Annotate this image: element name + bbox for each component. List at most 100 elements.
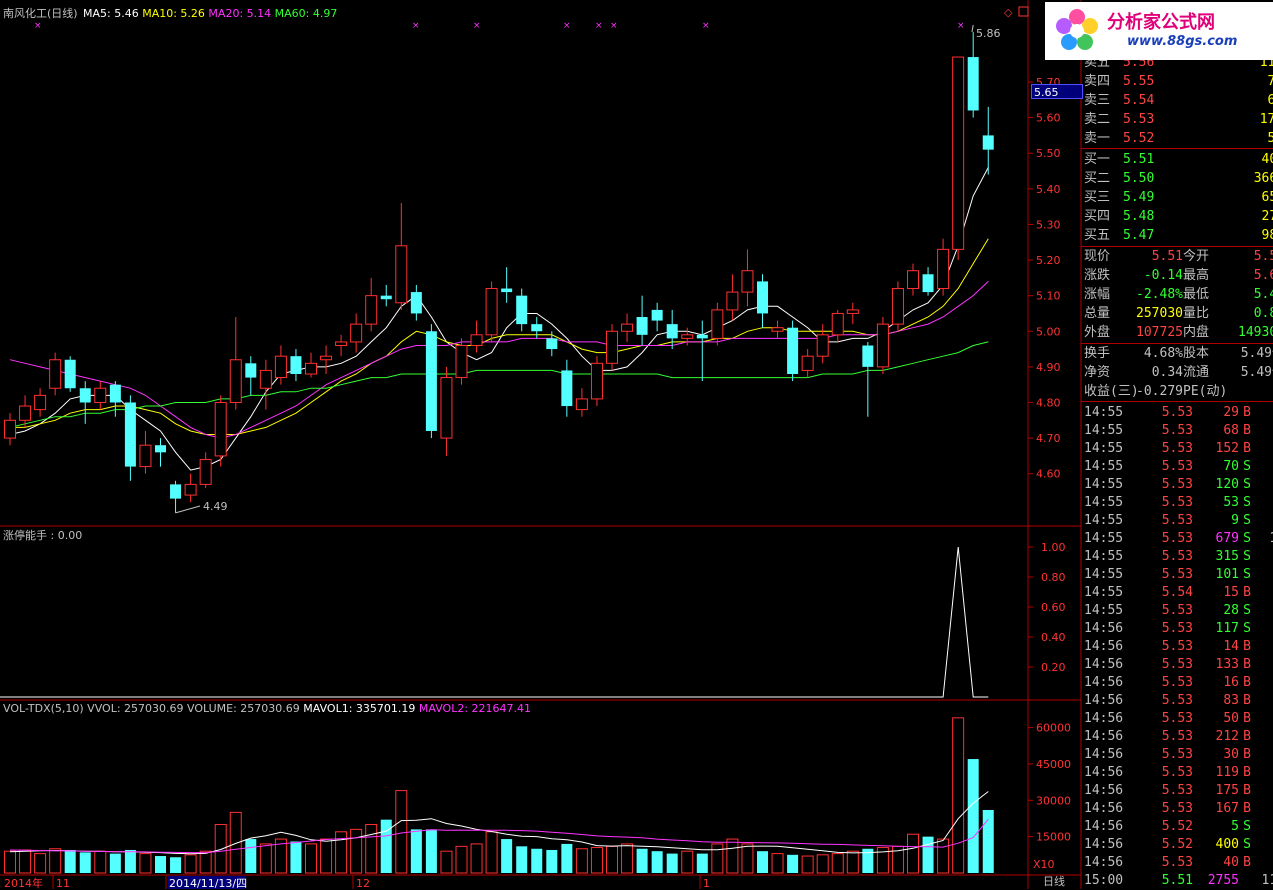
sell-quote-row[interactable]: 卖一 5.52 552 [1081, 130, 1273, 148]
quote-label: 买四 [1084, 209, 1111, 224]
buy-quote-row[interactable]: 买四 5.48 275 [1081, 208, 1273, 226]
volume-bar-up [199, 850, 212, 874]
high-annotation: 5.86 [976, 27, 1001, 40]
tick-time: 14:56 [1084, 837, 1124, 852]
candle-body-up [440, 377, 453, 439]
volume-bar-down [666, 853, 678, 873]
tick-side: S [1243, 459, 1251, 474]
candle-body-down [757, 281, 768, 314]
period-label[interactable]: 日线 [1043, 874, 1065, 888]
volume-bar-down [967, 759, 979, 873]
trade-tick-row[interactable]: 14:55 5.53 29 B [1081, 404, 1273, 422]
trade-tick-row[interactable]: 14:55 5.53 28 S [1081, 602, 1273, 620]
volume-bar-down [380, 819, 392, 873]
trade-tick-row[interactable]: 14:55 5.53 70 S [1081, 458, 1273, 476]
tick-side: B [1243, 693, 1251, 708]
buy-quote-row[interactable]: 买三 5.49 657 [1081, 189, 1273, 207]
trade-tick-row[interactable]: 14:56 5.53 117 S [1081, 620, 1273, 638]
quote-volume: 711 [1267, 74, 1273, 89]
trade-tick-row[interactable]: 14:56 5.53 83 B [1081, 692, 1273, 710]
sell-quote-row[interactable]: 卖四 5.55 711 [1081, 73, 1273, 91]
volume-bar-down [245, 839, 257, 873]
trade-tick-row[interactable]: 14:55 5.53 101 S [1081, 566, 1273, 584]
tick-time: 14:55 [1084, 549, 1124, 564]
stat-value: 5.43 [1253, 287, 1273, 302]
chart-frame [0, 0, 1082, 889]
volume-bar-up [365, 824, 378, 874]
buy-quote-row[interactable]: 买一 5.51 400 [1081, 151, 1273, 169]
candle-body-down [155, 445, 166, 453]
tick-time: 14:56 [1084, 675, 1124, 690]
candle-body-up [229, 359, 242, 403]
tick-time: 14:55 [1084, 441, 1124, 456]
site-banner[interactable]: 分析家公式网 www.88gs.com [1045, 2, 1273, 60]
candle-body-up [831, 312, 844, 336]
trade-tick-row[interactable]: 14:56 5.53 16 B [1081, 674, 1273, 692]
stat-row[interactable]: 总量 257030量比 0.82 [1081, 305, 1273, 323]
trade-tick-row[interactable]: 14:56 5.53 175 B [1081, 782, 1273, 800]
trade-tick-row[interactable]: 15:00 5.51 2755 114 [1081, 872, 1273, 890]
candle-body-up [485, 288, 498, 336]
stat-label: 现价 [1084, 249, 1111, 264]
tick-time: 14:56 [1084, 693, 1124, 708]
trade-tick-row[interactable]: 14:56 5.53 50 B [1081, 710, 1273, 728]
volume-bar-up [907, 833, 919, 874]
stat-row[interactable]: 外盘 107725内盘 149305 [1081, 324, 1273, 342]
square-icon[interactable] [1018, 6, 1029, 17]
volume-bar-down [757, 851, 768, 873]
candle-body-down [862, 345, 874, 367]
tick-volume: 117 [1215, 621, 1239, 636]
trade-tick-row[interactable]: 14:55 5.53 679 S 11 [1081, 530, 1273, 548]
buy-quote-row[interactable]: 买五 5.47 980 [1081, 227, 1273, 245]
trade-tick-row[interactable]: 14:55 5.53 9 S [1081, 512, 1273, 530]
trade-tick-row[interactable]: 14:56 5.53 119 B [1081, 764, 1273, 782]
tick-time: 14:55 [1084, 603, 1124, 618]
trade-tick-row[interactable]: 14:55 5.53 53 S [1081, 494, 1273, 512]
trade-tick-row[interactable]: 14:56 5.53 212 B [1081, 728, 1273, 746]
sell-quote-row[interactable]: 卖二 5.53 1733 [1081, 111, 1273, 129]
tick-price: 5.53 [1161, 567, 1193, 582]
stat-label: 最高 [1183, 268, 1210, 283]
candle-body-down [531, 324, 543, 332]
stat-row[interactable]: 涨幅 -2.48%最低 5.43 [1081, 286, 1273, 304]
tick-time: 14:56 [1084, 801, 1124, 816]
tick-side: S [1243, 495, 1251, 510]
candle-body-up [19, 405, 32, 421]
candle-body-up [771, 327, 784, 332]
stat-row[interactable]: 收益(三)-0.279PE(动)- [1081, 383, 1273, 401]
trade-tick-row[interactable]: 14:56 5.53 167 B [1081, 800, 1273, 818]
trade-tick-row[interactable]: 14:56 5.53 40 B [1081, 854, 1273, 872]
trade-tick-row[interactable]: 14:56 5.52 5 S [1081, 818, 1273, 836]
tick-time: 14:56 [1084, 855, 1124, 870]
tick-side: S [1243, 531, 1251, 546]
candlesticks[interactable]: × × × × × × × × [4, 21, 994, 514]
trade-tick-row[interactable]: 14:55 5.53 120 S [1081, 476, 1273, 494]
trade-tick-row[interactable]: 14:55 5.53 68 B [1081, 422, 1273, 440]
current-price-marker: 5.65 [1031, 84, 1083, 99]
trade-tick-row[interactable]: 14:56 5.53 30 B [1081, 746, 1273, 764]
trade-tick-row[interactable]: 14:55 5.53 152 B [1081, 440, 1273, 458]
low-annotation: 4.49 [203, 500, 228, 513]
stat-row[interactable]: 现价 5.51今开 5.59 [1081, 248, 1273, 266]
stat-row[interactable]: 净资 0.34流通 5.49亿 [1081, 364, 1273, 382]
candle-body-down [501, 288, 513, 293]
stat-label: 外盘 [1084, 325, 1111, 340]
candle-body-up [937, 248, 950, 290]
tick-volume: 29 [1223, 405, 1239, 420]
volume-bar-up [94, 850, 107, 874]
tick-time: 14:56 [1084, 819, 1124, 834]
tick-volume: 119 [1215, 765, 1239, 780]
trade-tick-row[interactable]: 14:56 5.53 14 B [1081, 638, 1273, 656]
trade-tick-row[interactable]: 14:55 5.53 315 S [1081, 548, 1273, 566]
diamond-icon[interactable]: ◇ [1004, 6, 1013, 19]
stat-label: 总量 [1084, 306, 1111, 321]
buy-quote-row[interactable]: 买二 5.50 3662 [1081, 170, 1273, 188]
tick-volume: 28 [1223, 603, 1239, 618]
stat-row[interactable]: 涨跌 -0.14最高 5.62 [1081, 267, 1273, 285]
trade-tick-row[interactable]: 14:56 5.53 133 B [1081, 656, 1273, 674]
trade-tick-row[interactable]: 14:56 5.52 400 S [1081, 836, 1273, 854]
trade-tick-row[interactable]: 14:55 5.54 15 B [1081, 584, 1273, 602]
stat-row[interactable]: 换手 4.68%股本 5.49亿 [1081, 345, 1273, 363]
sell-quote-row[interactable]: 卖三 5.54 674 [1081, 92, 1273, 110]
tick-side: S [1243, 819, 1251, 834]
